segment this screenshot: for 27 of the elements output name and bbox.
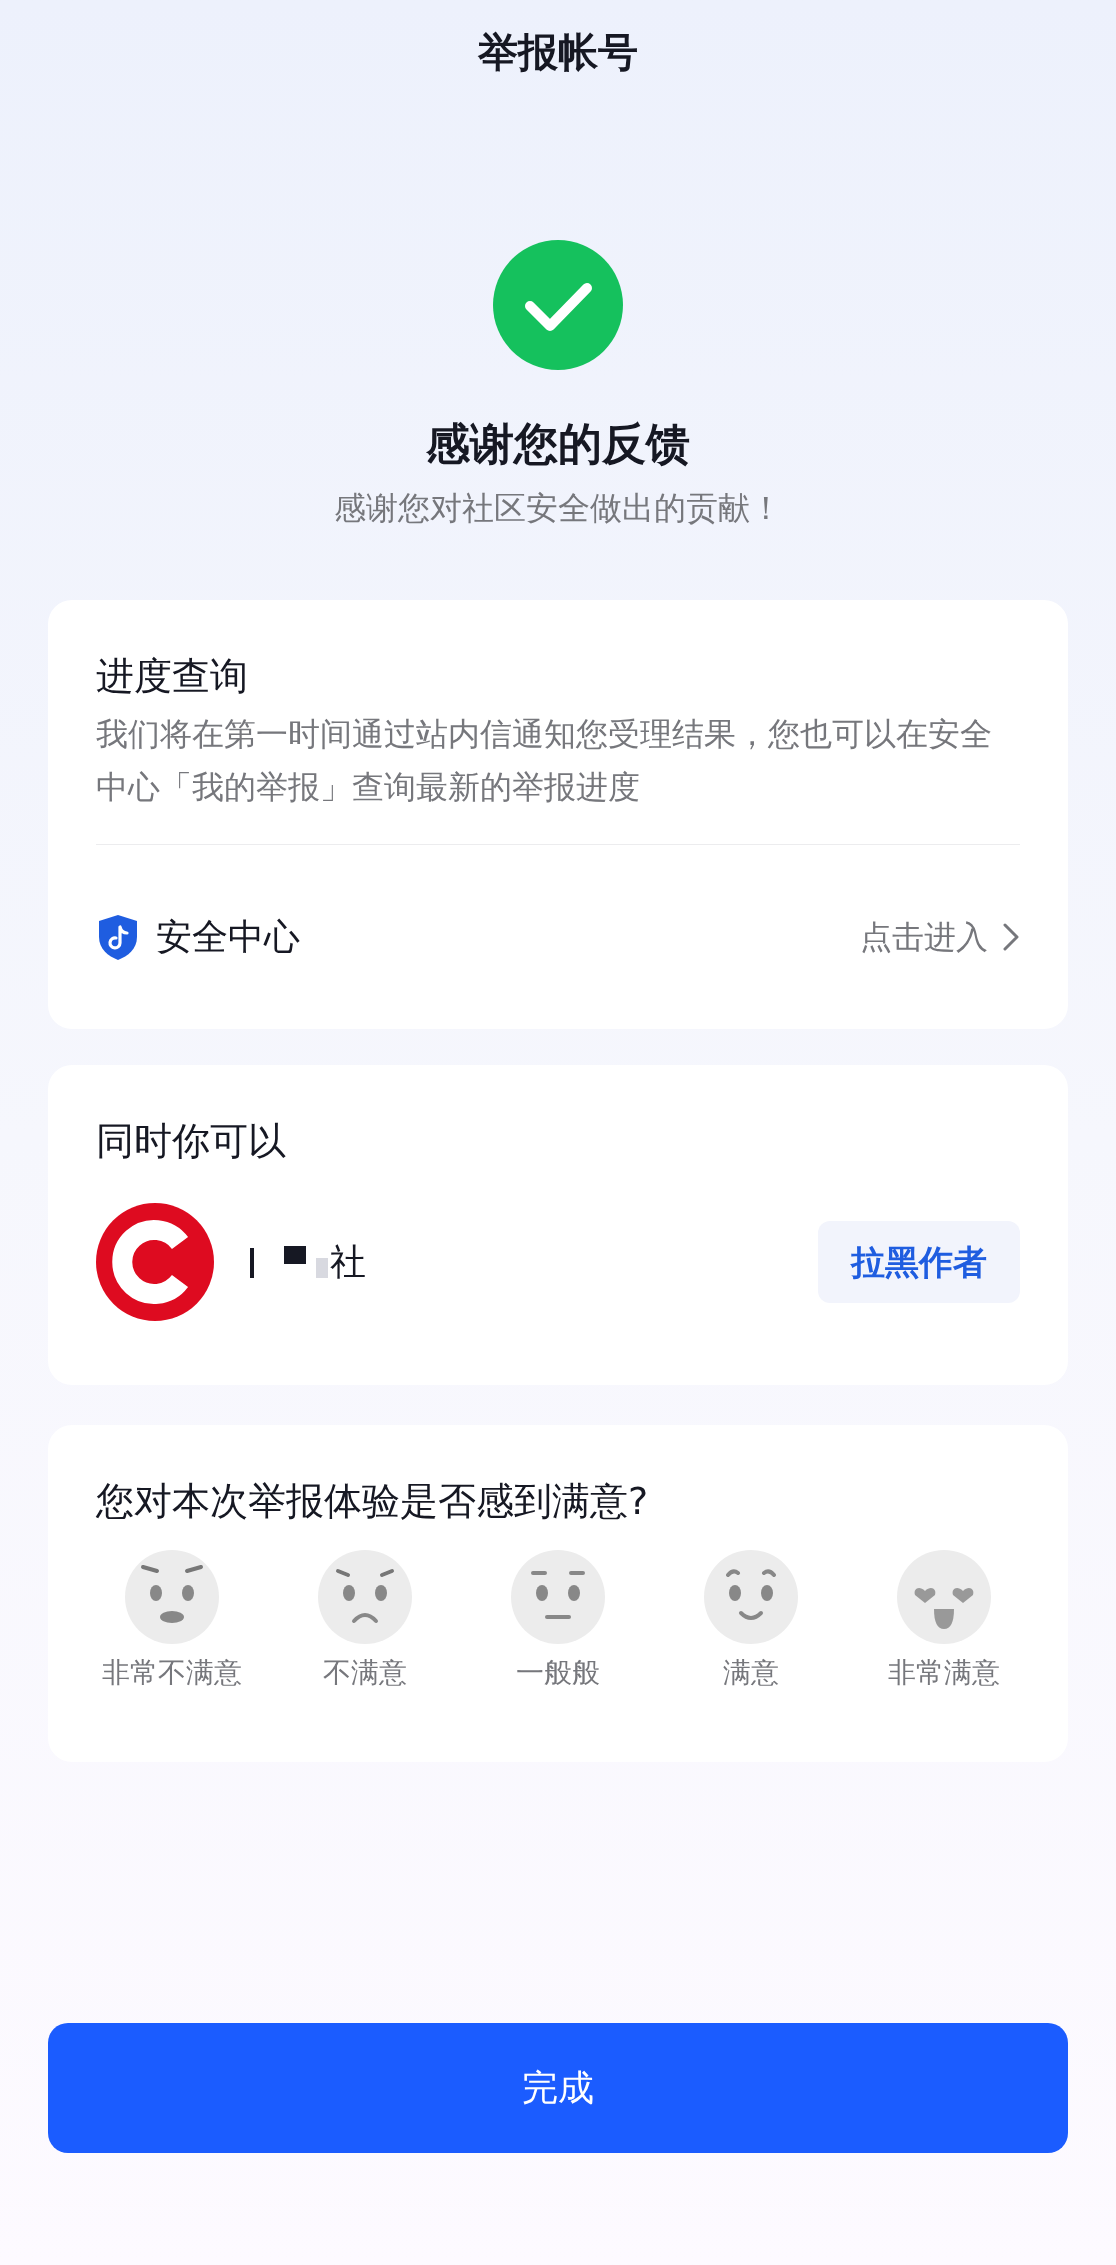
frowning-face-icon[interactable] [317, 1549, 414, 1645]
card-description: 我们将在第一时间通过站内信通知您受理结果，您也可以在安全中心「我的举报」查询最新的举报进度 [96, 714, 993, 808]
avatar-icon [96, 1203, 214, 1321]
result-subtitle: 感谢您对社区安全做出的贡献！ [334, 488, 782, 529]
rating-label: 不满意 [323, 1655, 408, 1691]
card-title: 进度查询 [96, 653, 249, 700]
neutral-face-icon[interactable] [510, 1549, 606, 1645]
link-label: 安全中心 [156, 915, 301, 959]
success-check-icon [493, 240, 623, 370]
enter-link[interactable]: 点击进入 [860, 913, 988, 961]
chevron-right-icon [1002, 922, 1020, 952]
rating-label: 满意 [722, 1655, 779, 1691]
block-author-button[interactable]: 拉黑作者 [818, 1221, 1020, 1303]
smiling-face-icon[interactable] [702, 1549, 799, 1645]
heart-eyes-face-icon[interactable] [895, 1549, 992, 1645]
done-button[interactable]: 完成 [48, 2023, 1068, 2153]
result-title: 感谢您的反馈 [426, 417, 690, 471]
survey-question: 您对本次举报体验是否感到满意? [96, 1478, 650, 1525]
rating-label: 一般般 [516, 1655, 600, 1691]
angry-face-icon[interactable] [124, 1549, 221, 1645]
account-name: 社 [330, 1240, 367, 1284]
card-title: 同时你可以 [96, 1118, 287, 1165]
rating-label: 非常不满意 [102, 1655, 243, 1691]
shield-icon [96, 913, 140, 961]
security-center-row[interactable]: 安全中心 点击进入 [96, 845, 1020, 1029]
page-title: 举报帐号 [478, 28, 638, 77]
rating-label: 非常满意 [887, 1655, 1000, 1691]
